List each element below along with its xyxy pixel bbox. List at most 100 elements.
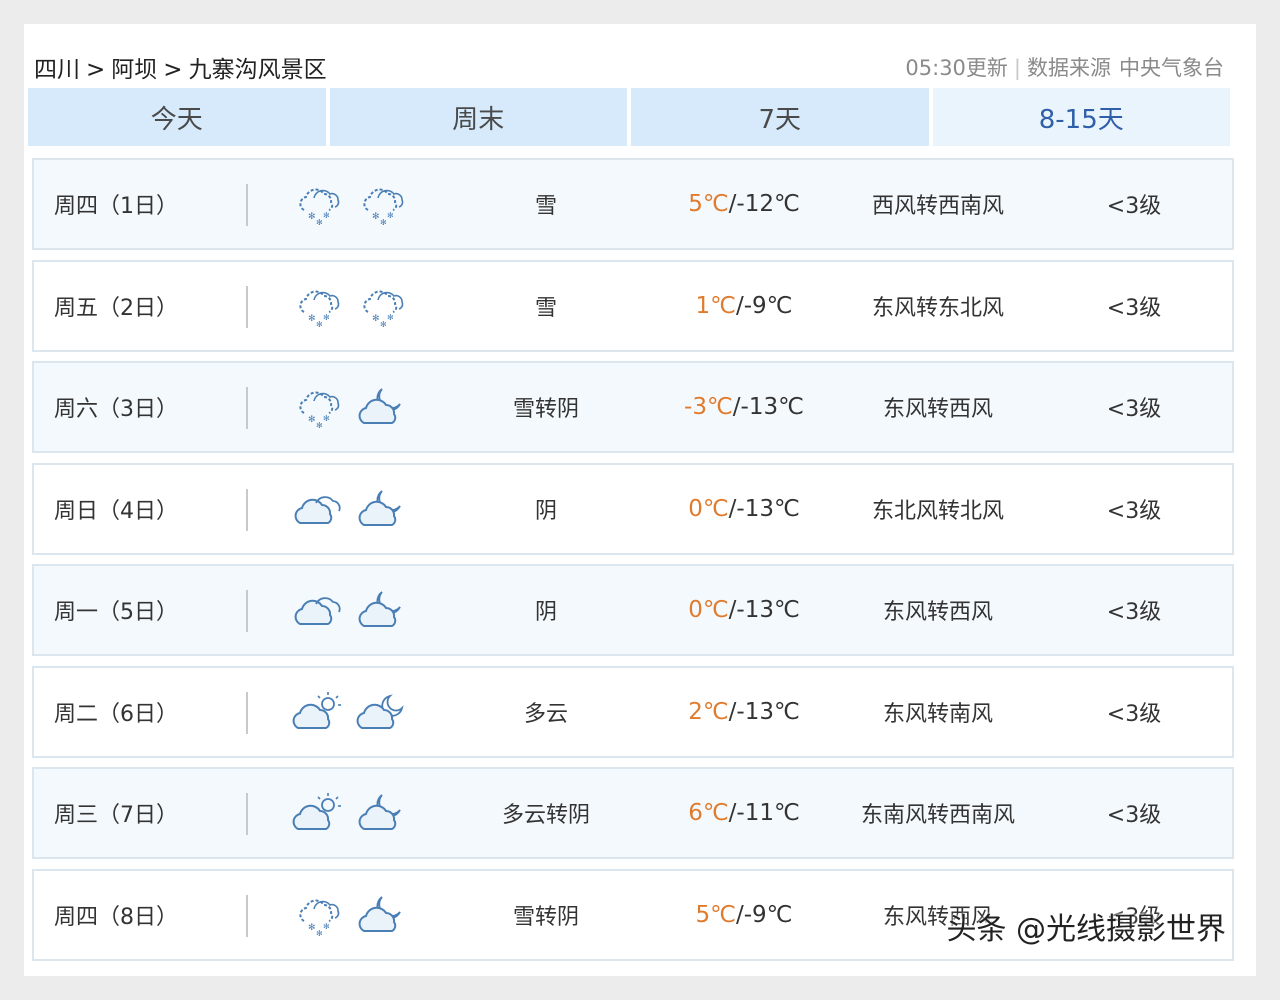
forecast-row: 周日（4日） 阴 0℃/-13℃ 东北风转北风 <3级 [32,462,1234,555]
forecast-row: 周一（5日） 阴 0℃/-13℃ 东风转西风 <3级 [32,564,1234,656]
svg-text:✻: ✻ [372,212,380,222]
breadcrumb-city[interactable]: 阿坝 [111,57,157,83]
temp-low: /-12℃ [728,191,800,217]
temp-high: 0℃ [688,597,729,623]
row-divider [246,793,248,835]
temp-low: /-13℃ [728,698,800,725]
partly-cloudy-day-icon [292,769,346,857]
source-label: 数据来源 [1027,56,1111,80]
svg-text:✻: ✻ [323,313,330,322]
svg-text:✻: ✻ [308,212,316,222]
svg-text:✻: ✻ [380,320,387,328]
weather-card: 四川 > 阿坝 > 九寨沟风景区 05:30更新 | 数据来源 中央气象台 今天 周末 7天 … [24,24,1256,976]
overcast-icon [292,465,346,553]
temperature: 5℃/-12℃ [644,160,844,248]
svg-text:✻: ✻ [387,313,394,322]
forecast-day: 周四（1日） [54,194,178,219]
snow-icon: ✻ ✻ ✻ [356,262,410,350]
weather-desc: 雪转阴 [512,904,579,930]
temp-low: /-9℃ [735,901,793,928]
breadcrumb: 四川 > 阿坝 > 九寨沟风景区 [34,50,327,84]
wind-level: <3级 [1106,397,1162,422]
svg-text:✻: ✻ [316,421,323,429]
svg-text:✻: ✻ [316,320,323,328]
forecast-row: 周三（7日） 多云转阴 6℃/-11℃ 东南风转西南风 <3级 [32,767,1234,859]
snow-icon: ✻ ✻ ✻ [292,871,346,959]
tab-7-days[interactable]: 7天 [631,88,929,146]
temperature: 0℃/-13℃ [644,566,844,654]
svg-text:✻: ✻ [323,211,330,220]
wind-direction: 东风转东北风 [871,295,1004,321]
wind-direction: 东风转西风 [882,600,993,625]
partly-cloudy-night-icon [356,668,410,756]
cloudy-night-icon [356,871,410,959]
weather-desc: 多云 [523,701,568,727]
wind-direction: 东风转南风 [882,701,993,727]
temp-low: /-13℃ [732,394,804,420]
svg-text:✻: ✻ [308,415,316,425]
forecast-row: 周五（2日） ✻ ✻ ✻ ✻ ✻ ✻ 雪 1℃/-9℃ 东风转东北风 <3级 [32,259,1234,352]
svg-text:✻: ✻ [323,922,330,931]
update-info: 05:30更新 | 数据来源 中央气象台 [905,52,1224,82]
tab-today[interactable]: 今天 [28,88,326,146]
wind-level: <3级 [1106,194,1162,219]
tab-weekend[interactable]: 周末 [329,88,627,146]
weather-desc: 多云转阴 [501,803,590,828]
snow-icon: ✻ ✻ ✻ [356,160,410,248]
row-divider [246,894,248,937]
meta-divider: | [1013,56,1021,80]
row-divider [246,387,248,429]
svg-text:✻: ✻ [387,211,394,220]
row-divider [246,691,248,734]
wind-level: <3级 [1106,498,1162,524]
forecast-day: 周五（2日） [54,295,178,321]
snow-icon: ✻ ✻ ✻ [292,363,346,451]
temperature: 1℃/-9℃ [644,262,844,350]
overcast-icon [292,566,346,654]
forecast-day: 周一（5日） [54,600,178,625]
watermark: 头条 @光线摄影世界 [946,912,1226,947]
tab-8-15-days[interactable]: 8-15天 [932,88,1230,146]
forecast-row: 周六（3日） ✻ ✻ ✻ 雪转阴 -3℃/-13℃ 东风转西风 <3级 [32,361,1234,453]
wind-direction: 西风转西南风 [871,194,1004,219]
forecast-day: 周三（7日） [54,803,178,828]
weather-desc: 阴 [534,498,557,524]
snow-icon: ✻ ✻ ✻ [292,262,346,350]
temp-high: 1℃ [695,292,736,319]
breadcrumb-province[interactable]: 四川 [34,57,80,83]
temperature: 5℃/-9℃ [644,871,844,959]
svg-text:✻: ✻ [372,314,380,324]
temp-low: /-9℃ [735,292,793,319]
weather-desc: 雪转阴 [512,397,579,422]
forecast-day: 周六（3日） [54,397,178,422]
snow-icon: ✻ ✻ ✻ [292,160,346,248]
weather-desc: 阴 [534,600,557,625]
svg-text:✻: ✻ [308,923,316,933]
row-divider [246,184,248,226]
svg-text:✻: ✻ [308,314,316,324]
forecast-row: 周四（1日） ✻ ✻ ✻ ✻ ✻ ✻ 雪 5℃/-12℃ 西风转西南风 <3级 [32,158,1234,250]
weather-desc: 雪 [534,295,557,321]
cloudy-night-icon [356,769,410,857]
weather-desc: 雪 [534,194,557,219]
temp-high: 6℃ [688,800,729,826]
breadcrumb-separator: > [163,57,183,83]
header-bar: 四川 > 阿坝 > 九寨沟风景区 05:30更新 | 数据来源 中央气象台 [24,50,1256,84]
wind-level: <3级 [1106,701,1162,727]
temp-high: 2℃ [688,698,729,725]
svg-text:✻: ✻ [316,929,323,937]
source-name[interactable]: 中央气象台 [1119,56,1224,80]
wind-direction: 东北风转北风 [871,498,1004,524]
wind-level: <3级 [1106,295,1162,321]
partly-cloudy-day-icon [292,668,346,756]
temp-low: /-13℃ [728,495,800,522]
svg-text:✻: ✻ [316,218,323,226]
cloudy-night-icon [356,566,410,654]
forecast-row: 周二（6日） 多云 2℃/-13℃ 东风转南风 <3级 [32,665,1234,758]
row-divider [246,488,248,531]
forecast-day: 周四（8日） [54,904,178,930]
row-divider [246,590,248,632]
forecast-tabs: 今天 周末 7天 8-15天 [28,88,1230,146]
temperature: 0℃/-13℃ [644,465,844,553]
temp-high: 0℃ [688,495,729,522]
